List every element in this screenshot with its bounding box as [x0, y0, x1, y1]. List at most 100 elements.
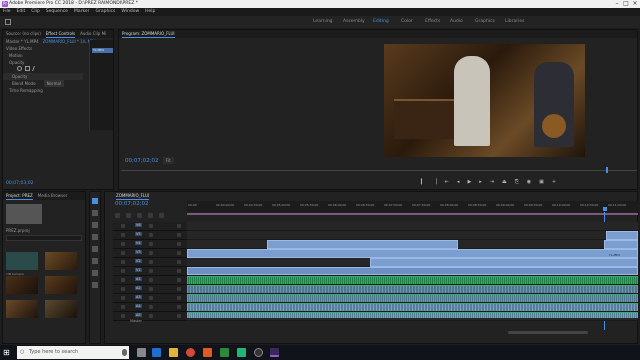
- export-frame-icon[interactable]: ◉: [527, 179, 531, 185]
- opacity-value-row[interactable]: Opacity: [3, 73, 83, 80]
- program-timecode[interactable]: 00;07;02;02: [125, 158, 159, 164]
- go-to-out-icon[interactable]: ⇥: [490, 179, 494, 185]
- menu-window[interactable]: Window: [121, 8, 139, 16]
- timeline-ruler[interactable]: 00;00 00;04;00;00 00;04;30;00 00;05;00;00 00…: [187, 201, 638, 212]
- project-item-thumb-1[interactable]: [6, 252, 38, 270]
- effect-controls-timeline[interactable]: YL.MP4: [89, 40, 113, 130]
- chrome-icon[interactable]: [186, 348, 195, 357]
- lock-icon[interactable]: [121, 242, 125, 246]
- workspace-libraries[interactable]: Libraries: [505, 16, 524, 28]
- tab-media-browser[interactable]: Media Browser: [38, 192, 68, 200]
- eye-icon[interactable]: [177, 242, 181, 246]
- program-scrubber[interactable]: [121, 170, 637, 171]
- audio-track-header[interactable]: A5: [113, 312, 187, 321]
- video-track-lane[interactable]: [187, 222, 638, 231]
- menu-marker[interactable]: Marker: [74, 8, 90, 16]
- workspace-editing[interactable]: Editing: [373, 16, 389, 28]
- razor-tool-icon[interactable]: [92, 234, 98, 240]
- menu-file[interactable]: File: [3, 8, 11, 16]
- menu-edit[interactable]: Edit: [17, 8, 26, 16]
- clip-v5[interactable]: YL.MP4: [606, 231, 638, 248]
- tab-sequence[interactable]: ZOMMARIO_FLUI: [116, 192, 150, 200]
- hand-tool-icon[interactable]: [92, 270, 98, 276]
- program-video-frame[interactable]: [384, 44, 585, 157]
- app-icon-orange[interactable]: [203, 348, 212, 357]
- master-clip-label[interactable]: Master * YL.MP4: [6, 38, 39, 45]
- app-icon-round[interactable]: [254, 348, 263, 357]
- project-item-thumb-6[interactable]: [45, 300, 77, 318]
- slip-tool-icon[interactable]: [92, 246, 98, 252]
- tab-effect-controls[interactable]: Effect Controls: [45, 30, 76, 38]
- blend-mode-select[interactable]: Normal: [43, 80, 65, 87]
- eye-icon[interactable]: [177, 224, 181, 228]
- video-track-header[interactable]: V4: [113, 240, 187, 249]
- video-track-lane[interactable]: [187, 231, 638, 240]
- video-track-header[interactable]: V3: [113, 249, 187, 258]
- toggle-icon[interactable]: [149, 242, 153, 246]
- project-search-input[interactable]: [6, 235, 82, 241]
- windows-start-icon[interactable]: ⊞: [3, 348, 12, 357]
- audio-track-header[interactable]: A2: [113, 285, 187, 294]
- program-playhead[interactable]: [606, 167, 608, 173]
- project-item-thumb-2[interactable]: [45, 252, 77, 270]
- tab-audio-clip-mixer[interactable]: Audio Clip Mi: [80, 30, 106, 38]
- excel-icon[interactable]: [220, 348, 229, 357]
- toggle-icon[interactable]: [149, 287, 153, 291]
- zoom-select[interactable]: Fit: [163, 157, 174, 164]
- menu-sequence[interactable]: Sequence: [46, 8, 68, 16]
- menu-help[interactable]: Help: [145, 8, 155, 16]
- audio-track-header[interactable]: A3: [113, 294, 187, 303]
- audio-clip-a5[interactable]: [187, 312, 638, 318]
- clip-v1[interactable]: YIN CAMPO: [187, 267, 638, 284]
- eye-icon[interactable]: [177, 278, 181, 282]
- clip-v4-end[interactable]: YL.MP4: [604, 240, 638, 257]
- toggle-icon[interactable]: [149, 296, 153, 300]
- project-item-thumb-4[interactable]: [45, 276, 77, 294]
- lock-icon[interactable]: [121, 296, 125, 300]
- premiere-taskbar-icon[interactable]: [270, 348, 279, 357]
- play-icon[interactable]: ▶: [467, 179, 471, 185]
- lock-icon[interactable]: [121, 314, 125, 318]
- toggle-icon[interactable]: [149, 305, 153, 309]
- mark-out-icon[interactable]: ▕: [433, 179, 437, 185]
- pen-mask-icon[interactable]: [32, 66, 39, 71]
- toggle-icon[interactable]: [149, 260, 153, 264]
- rect-mask-icon[interactable]: [25, 66, 30, 71]
- pen-tool-icon[interactable]: [92, 258, 98, 264]
- menu-graphics[interactable]: Graphics: [96, 8, 116, 16]
- lock-icon[interactable]: [121, 278, 125, 282]
- taskbar-search-input[interactable]: Type here to search ○: [17, 346, 129, 359]
- sequence-clip-label[interactable]: ZOMMARIO_FLUI * 1/L.MP4: [43, 38, 96, 45]
- audio-clip-a2[interactable]: [187, 285, 638, 293]
- project-item-thumb-3[interactable]: [6, 276, 38, 294]
- video-track-header[interactable]: V1: [113, 267, 187, 276]
- audio-clip-a4[interactable]: [187, 303, 638, 311]
- file-explorer-icon[interactable]: [169, 348, 178, 357]
- lift-icon[interactable]: ⏏: [502, 179, 507, 185]
- home-icon[interactable]: [5, 19, 11, 25]
- lock-icon[interactable]: [121, 287, 125, 291]
- eye-icon[interactable]: [177, 305, 181, 309]
- clip-v4[interactable]: YL.MP4: [267, 240, 458, 257]
- lock-icon[interactable]: [121, 305, 125, 309]
- track-select-tool-icon[interactable]: [92, 210, 98, 216]
- timeline-timecode[interactable]: 00;07;02;02: [115, 201, 149, 207]
- add-marker-icon[interactable]: [148, 213, 153, 218]
- type-tool-icon[interactable]: [92, 282, 98, 288]
- timeline-zoom-scrollbar[interactable]: [508, 331, 588, 334]
- toggle-icon[interactable]: [149, 233, 153, 237]
- toggle-icon[interactable]: [149, 269, 153, 273]
- video-track-header[interactable]: V2: [113, 258, 187, 267]
- clip-v2[interactable]: YL.MP4 YL.MP4: [370, 258, 638, 275]
- workspace-audio[interactable]: Audio: [450, 16, 463, 28]
- video-track-header[interactable]: V5: [113, 231, 187, 240]
- microphone-icon[interactable]: [122, 349, 127, 356]
- tab-source[interactable]: Source: (no clips): [6, 30, 41, 38]
- audio-clip-a3[interactable]: [187, 294, 638, 302]
- eye-icon[interactable]: [177, 233, 181, 237]
- toggle-icon[interactable]: [149, 251, 153, 255]
- button-editor-icon[interactable]: +: [552, 179, 556, 185]
- tab-project[interactable]: Project: PREZ: [6, 192, 33, 200]
- snap-icon[interactable]: [126, 213, 131, 218]
- app-icon-green[interactable]: [237, 348, 246, 357]
